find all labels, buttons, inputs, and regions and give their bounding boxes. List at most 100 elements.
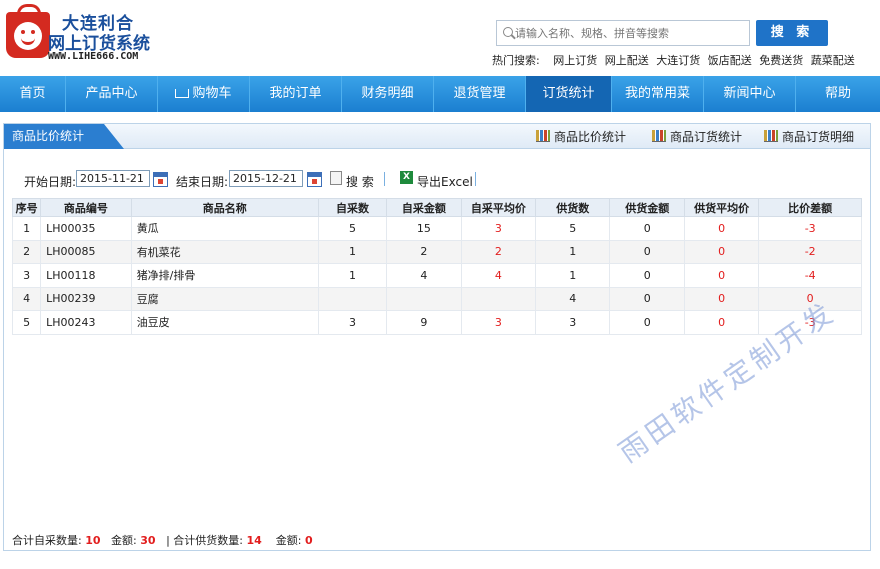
end-date-label: 结束日期: <box>176 175 229 189</box>
main-nav: 首页 产品中心 购物车 我的订单 财务明细 退货管理 订货统计 我的常用菜 新闻… <box>0 76 880 112</box>
cell-self-avg <box>460 286 537 311</box>
summary-supply-amount: 0 <box>305 534 313 547</box>
smiley-icon <box>14 22 42 50</box>
panel-tabbar: 商品比价统计 商品比价统计 商品订货统计 商品订货明细 <box>4 124 870 149</box>
summary-supply-qty: 14 <box>246 534 262 547</box>
cell-supply-qty: 4 <box>535 286 611 311</box>
link-order-stats[interactable]: 商品订货统计 <box>652 128 742 145</box>
cell-product-code: LH00085 <box>40 239 132 264</box>
hot-search-term[interactable]: 大连订货 <box>656 54 700 67</box>
search-button[interactable]: 搜 索 <box>756 20 828 46</box>
nav-item-order-stats[interactable]: 订货统计 <box>526 76 612 112</box>
cell-supply-avg: 0 <box>683 286 760 311</box>
cell-self-amount: 4 <box>386 263 462 288</box>
summary-supply-qty-label: | 合计供货数量: <box>166 534 243 547</box>
col-header: 自采金额 <box>386 198 462 217</box>
link-label: 商品订货明细 <box>782 130 855 144</box>
col-header: 自采数 <box>317 198 388 217</box>
cell-supply-avg: 0 <box>683 310 760 335</box>
cell-product-name: 豆腐 <box>130 286 319 311</box>
nav-item-cart-label: 购物车 <box>192 86 232 101</box>
summary-bar: 合计自采数量: 10 金额: 30 | 合计供货数量: 14 金额: 0 <box>12 532 313 548</box>
site-logo[interactable]: 大连利合 网上订货系统 WWW.LIHE666.COM <box>4 4 174 66</box>
filter-search-button[interactable]: 搜 索 <box>346 173 374 190</box>
link-price-comparison[interactable]: 商品比价统计 <box>536 128 626 145</box>
table-row[interactable]: 2 LH00085 有机菜花 1 2 2 1 0 0 -2 <box>11 239 862 264</box>
nav-item-finance[interactable]: 财务明细 <box>342 76 434 112</box>
cell-self-qty: 1 <box>317 263 388 288</box>
cell-supply-avg: 0 <box>683 239 760 264</box>
cell-product-name: 有机菜花 <box>130 239 319 264</box>
cell-supply-qty: 1 <box>535 239 611 264</box>
table-row[interactable]: 4 LH00239 豆腐 4 0 0 0 <box>11 286 862 311</box>
hot-search-term[interactable]: 网上配送 <box>605 54 649 67</box>
cell-product-code: LH00035 <box>40 216 132 241</box>
start-date-input[interactable]: 2015-11-21 <box>76 170 150 187</box>
cell-supply-amount: 0 <box>609 286 685 311</box>
nav-item-news[interactable]: 新闻中心 <box>704 76 796 112</box>
link-label: 商品订货统计 <box>670 130 743 144</box>
hot-search-term[interactable]: 饭店配送 <box>708 54 752 67</box>
link-order-details[interactable]: 商品订货明细 <box>764 128 854 145</box>
cell-product-name: 猪净排/排骨 <box>130 263 319 288</box>
table-row[interactable]: 1 LH00035 黄瓜 5 15 3 5 0 0 -3 <box>11 216 862 241</box>
search-input[interactable] <box>515 23 745 43</box>
cell-index: 4 <box>11 286 42 311</box>
summary-self-amount-label: 金额: <box>111 534 137 547</box>
report-icon <box>652 130 666 142</box>
nav-item-help[interactable]: 帮助 <box>796 76 880 112</box>
table-row[interactable]: 5 LH00243 油豆皮 3 9 3 3 0 0 -3 <box>11 310 862 335</box>
nav-item-cart[interactable]: 购物车 <box>158 76 250 112</box>
cell-self-qty: 1 <box>317 239 388 264</box>
summary-self-amount: 30 <box>140 534 156 547</box>
calendar-icon[interactable] <box>307 172 322 187</box>
hot-search-term[interactable]: 网上订货 <box>553 54 597 67</box>
site-header: 大连利合 网上订货系统 WWW.LIHE666.COM 搜 索 热门搜索: 网上… <box>0 0 880 76</box>
cell-supply-avg: 0 <box>683 216 760 241</box>
cell-self-avg: 4 <box>460 263 537 288</box>
search-icon <box>503 27 513 37</box>
table-header-row: 序号 商品编号 商品名称 自采数 自采金额 自采平均价 供货数 供货金额 供货平… <box>11 198 862 217</box>
cell-supply-qty: 1 <box>535 263 611 288</box>
cell-self-amount <box>386 286 462 311</box>
cell-price-diff: -3 <box>758 216 862 241</box>
end-date-input[interactable]: 2015-12-21 <box>229 170 303 187</box>
hot-search-term[interactable]: 蔬菜配送 <box>811 54 855 67</box>
summary-self-qty: 10 <box>85 534 101 547</box>
cell-supply-amount: 0 <box>609 239 685 264</box>
cell-self-qty: 3 <box>317 310 388 335</box>
shopping-bag-logo-icon <box>6 4 50 58</box>
hot-search-term[interactable]: 免费送货 <box>759 54 803 67</box>
cell-product-code: LH00239 <box>40 286 132 311</box>
summary-self-qty-label: 合计自采数量: <box>12 534 82 547</box>
cell-supply-qty: 3 <box>535 310 611 335</box>
cell-supply-amount: 0 <box>609 216 685 241</box>
search-doc-icon <box>330 171 342 185</box>
nav-item-orders[interactable]: 我的订单 <box>250 76 342 112</box>
cell-price-diff: -2 <box>758 239 862 264</box>
nav-item-returns[interactable]: 退货管理 <box>434 76 526 112</box>
nav-item-favorites[interactable]: 我的常用菜 <box>612 76 704 112</box>
col-header: 比价差额 <box>758 198 862 217</box>
export-excel-button[interactable]: 导出Excel <box>417 173 473 190</box>
calendar-icon[interactable] <box>153 172 168 187</box>
divider <box>384 172 385 186</box>
cell-supply-avg: 0 <box>683 263 760 288</box>
cell-product-name: 油豆皮 <box>130 310 319 335</box>
divider <box>475 172 476 186</box>
cell-self-amount: 2 <box>386 239 462 264</box>
stats-panel: 商品比价统计 商品比价统计 商品订货统计 商品订货明细 开始日期: 2015-1… <box>3 123 871 551</box>
excel-icon: X <box>400 171 413 184</box>
cell-self-amount: 15 <box>386 216 462 241</box>
search-box <box>496 20 750 46</box>
col-header: 序号 <box>11 198 42 217</box>
hot-search-bar: 热门搜索: 网上订货 网上配送 大连订货 饭店配送 免费送货 蔬菜配送 <box>492 52 859 68</box>
cart-icon <box>175 89 190 98</box>
logo-website: WWW.LIHE666.COM <box>48 51 139 62</box>
nav-item-home[interactable]: 首页 <box>0 76 66 112</box>
cell-self-avg: 3 <box>460 310 537 335</box>
start-date-label: 开始日期: <box>24 175 77 189</box>
col-header: 供货数 <box>535 198 611 217</box>
table-row[interactable]: 3 LH00118 猪净排/排骨 1 4 4 1 0 0 -4 <box>11 263 862 288</box>
nav-item-products[interactable]: 产品中心 <box>66 76 158 112</box>
